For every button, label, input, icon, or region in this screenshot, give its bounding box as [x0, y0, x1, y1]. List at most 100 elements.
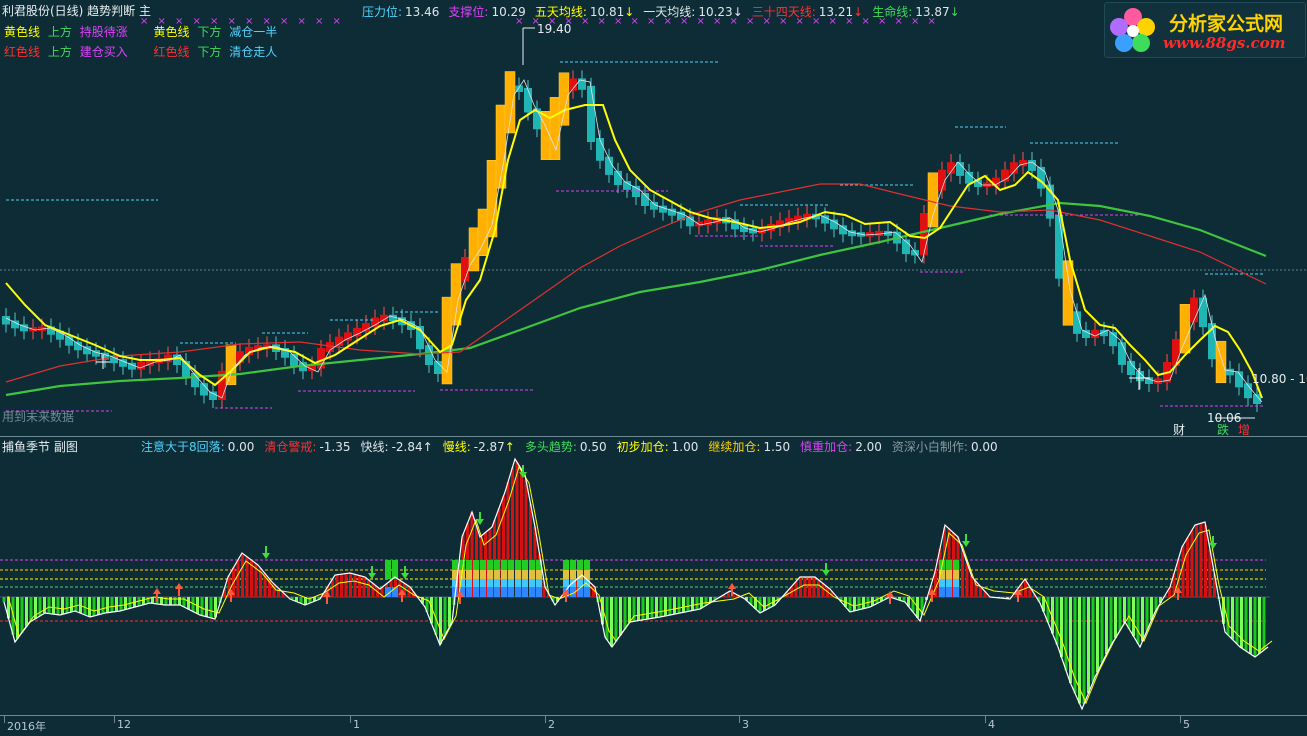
- indicator-0: 注意大于8回落:0.00: [141, 440, 254, 454]
- indicator-8: 资深小白制作:0.00: [892, 440, 998, 454]
- axis-label: 4: [988, 718, 995, 731]
- signal-block-green: [522, 560, 528, 570]
- sub-histogram-bar: [345, 574, 348, 597]
- signal-block-green: [385, 560, 391, 579]
- sub-histogram-bar: [669, 597, 672, 615]
- indicator-2: 五天均线:10.81↓: [535, 5, 634, 19]
- sell-arrow-icon: [962, 541, 970, 547]
- ma5-line: [6, 105, 1262, 398]
- sub-histogram-bar: [169, 597, 172, 605]
- signal-block-cyan: [946, 579, 952, 587]
- signal-block-blue: [515, 587, 521, 597]
- sub-histogram-bar: [1258, 597, 1261, 654]
- signal-block-yellow: [515, 570, 521, 579]
- signal-block-blue: [501, 587, 507, 597]
- sub-chart[interactable]: [0, 437, 1307, 715]
- sub-histogram-bar: [120, 597, 123, 611]
- axis-tick: [985, 716, 986, 723]
- main-chart[interactable]: ××××××××××××××××××××××××××××××××××××××: [0, 0, 1307, 436]
- sell-arrow-icon: [262, 553, 270, 559]
- sub-histogram-bar: [1096, 597, 1099, 672]
- candle-body-signal: [550, 97, 560, 159]
- candle-body: [686, 216, 694, 226]
- candle-body: [830, 220, 838, 230]
- candle-body: [362, 323, 370, 332]
- indicator-1: 支撑位:10.29: [448, 5, 525, 19]
- sub-histogram-bar: [966, 563, 969, 597]
- sub-histogram-bar: [813, 577, 816, 597]
- sub-histogram-bar: [336, 575, 339, 597]
- sub-histogram-bar: [1105, 597, 1108, 654]
- sub-histogram-bar: [448, 597, 451, 627]
- signal-block-cyan: [563, 579, 569, 587]
- candle-body-signal: [928, 173, 938, 227]
- sub-histogram-bar: [1083, 597, 1086, 704]
- indicator-7: 慎重加仓:2.00: [800, 440, 882, 454]
- sub-histogram-bar: [804, 577, 807, 597]
- candle-body: [11, 321, 19, 329]
- sub-histogram-bar: [439, 597, 442, 644]
- indicator-4: 多头趋势:0.50: [525, 440, 607, 454]
- sub-histogram-bar: [664, 597, 667, 616]
- sub-histogram-bar: [1123, 597, 1126, 623]
- candle-body: [623, 181, 631, 190]
- sub-histogram-bar: [1186, 538, 1189, 597]
- indicator-3: 慢线:-2.87↑: [443, 440, 515, 454]
- axis-tick: [114, 716, 115, 723]
- signal-block-green: [529, 560, 535, 570]
- axis-tick: [545, 716, 546, 723]
- sub-histogram-bar: [1060, 597, 1063, 657]
- sub-histogram-bar: [1114, 597, 1117, 638]
- signal-block-cyan: [522, 579, 528, 587]
- legend-row-1: 黄色线 上方 持股待涨 黄色线 下方 减仓一半: [4, 25, 277, 39]
- sub-histogram-bar: [759, 597, 762, 613]
- candle-body: [317, 348, 325, 369]
- sub-histogram-bar: [1128, 597, 1131, 629]
- candle-body: [596, 138, 604, 161]
- sub-chart-pane[interactable]: 捕鱼季节 副图 注意大于8回落:0.00清仓警戒:-1.35快线:-2.84↑慢…: [0, 437, 1307, 715]
- signal-x-mark: ×: [333, 16, 341, 27]
- sub-histogram-bar: [853, 597, 856, 611]
- sub-histogram-bar: [88, 597, 91, 617]
- sub-histogram-bar: [1141, 597, 1144, 641]
- sub-histogram-bar: [673, 597, 676, 614]
- sub-histogram-bar: [961, 550, 964, 597]
- signal-block-yellow: [563, 570, 569, 579]
- signal-block-green: [480, 560, 486, 570]
- logo-title: 分析家公式网: [1169, 9, 1283, 36]
- signal-block-green: [570, 560, 576, 570]
- slow-line: [8, 467, 1272, 703]
- sub-histogram-bar: [642, 597, 645, 620]
- signal-block-green: [953, 560, 959, 570]
- sub-histogram-bar: [70, 597, 73, 612]
- sub-histogram-bar: [687, 597, 690, 611]
- sub-histogram-bar: [1065, 597, 1068, 670]
- signal-block-blue: [522, 587, 528, 597]
- indicator-4: 三十四天线:13.21↓: [752, 5, 863, 19]
- sub-histogram-bar: [237, 560, 240, 597]
- sub-histogram-bar: [1204, 525, 1207, 597]
- signal-block-green: [392, 560, 398, 579]
- signal-block-cyan: [480, 579, 486, 587]
- sub-histogram-bar: [1137, 597, 1140, 644]
- sub-histogram-bar: [817, 580, 820, 597]
- sub-histogram-bar: [862, 597, 865, 609]
- sub-histogram-bar: [682, 597, 685, 612]
- sub-histogram-bar: [93, 597, 96, 616]
- logo-url: www.88gs.com: [1163, 34, 1286, 52]
- sub-histogram-bar: [358, 576, 361, 597]
- sub-histogram-bar: [106, 597, 109, 613]
- sub-histogram-bar: [124, 597, 127, 610]
- sub-histogram-bar: [205, 597, 208, 617]
- time-axis[interactable]: 2016年1212345: [0, 715, 1307, 736]
- main-title: 利君股份(日线) 趋势判断 主: [2, 4, 151, 18]
- main-chart-pane[interactable]: ×××××××××××××××××××××××××××××××××××××× 利…: [0, 0, 1307, 436]
- candle-body: [83, 346, 91, 354]
- indicator-3: 一天均线:10.23↓: [643, 5, 742, 19]
- candle-body-signal: [1216, 341, 1226, 383]
- signal-block-cyan: [529, 579, 535, 587]
- sub-histogram-bar: [187, 597, 190, 609]
- sub-histogram-bar: [610, 597, 613, 646]
- marker-die: 跌: [1217, 423, 1229, 437]
- candle-body: [137, 362, 145, 370]
